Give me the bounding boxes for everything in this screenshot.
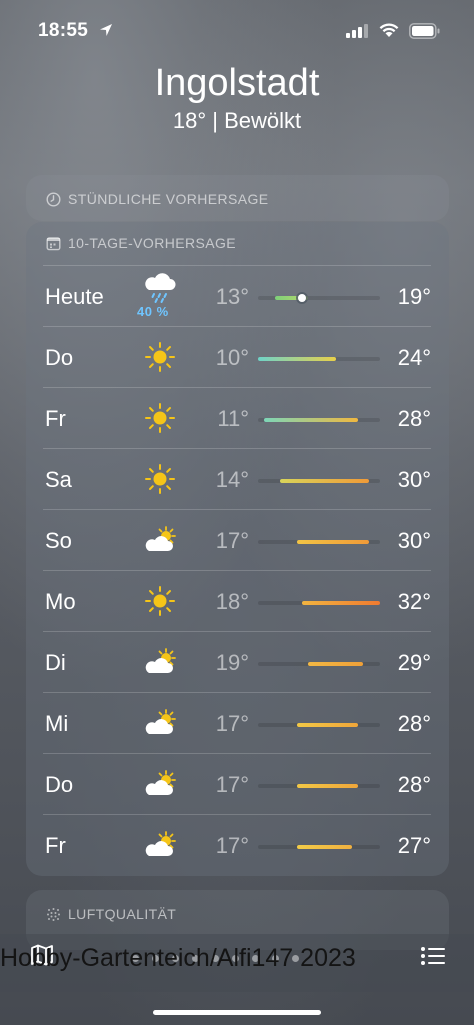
temperature-range-bar xyxy=(280,479,369,483)
low-temperature: 17° xyxy=(215,772,249,797)
city-name: Ingolstadt xyxy=(154,62,320,104)
battery-icon xyxy=(409,23,440,39)
forecast-row[interactable]: Fr 11° 28° xyxy=(43,387,431,449)
high-temperature: 19° xyxy=(397,284,431,309)
forecast-row[interactable]: Do 17° 28° xyxy=(43,753,431,815)
low-temperature: 14° xyxy=(215,467,249,492)
high-temperature: 28° xyxy=(397,772,431,797)
calendar-icon xyxy=(46,236,61,250)
rain-cloud-icon xyxy=(141,270,179,306)
forecast-row[interactable]: Mo 18° 32° xyxy=(43,570,431,632)
air-quality-header: LUFTQUALITÄT xyxy=(46,906,176,922)
temperature-range-track xyxy=(258,357,380,361)
location-arrow-icon xyxy=(100,24,112,36)
low-temperature: 17° xyxy=(215,833,249,858)
high-temperature: 28° xyxy=(397,406,431,431)
home-indicator[interactable] xyxy=(153,1010,321,1015)
temperature-range-track xyxy=(258,540,380,544)
wifi-icon xyxy=(379,23,399,37)
temperature-range-track xyxy=(258,845,380,849)
forecast-row[interactable]: Heute 40 % 13° 19° xyxy=(43,265,431,327)
air-dots-icon xyxy=(47,907,60,921)
low-temperature: 19° xyxy=(215,650,249,675)
sun-icon xyxy=(141,400,179,436)
high-temperature: 27° xyxy=(397,833,431,858)
partly-cloudy-icon xyxy=(141,644,179,680)
temperature-range-track xyxy=(258,479,380,483)
ten-day-forecast-label: 10-TAGE-VORHERSAGE xyxy=(68,235,236,251)
temperature-range-bar xyxy=(263,418,358,422)
high-temperature: 30° xyxy=(397,467,431,492)
forecast-day-label: Fr xyxy=(45,833,66,858)
forecast-row[interactable]: Do 10° 24° xyxy=(43,326,431,388)
partly-cloudy-icon xyxy=(141,705,179,741)
precipitation-chance: 40 % xyxy=(137,304,169,319)
high-temperature: 28° xyxy=(397,711,431,736)
sun-icon xyxy=(141,461,179,497)
current-temperature-dot xyxy=(298,294,307,302)
temperature-range-bar xyxy=(296,845,353,849)
temperature-range-bar xyxy=(307,662,364,666)
air-quality-label: LUFTQUALITÄT xyxy=(68,906,177,922)
cellular-signal-icon xyxy=(346,24,368,38)
status-bar: 18:55 xyxy=(0,0,474,62)
forecast-row[interactable]: Sa 14° 30° xyxy=(43,448,431,510)
forecast-day-label: Do xyxy=(45,345,74,370)
forecast-day-label: Do xyxy=(45,772,74,797)
low-temperature: 17° xyxy=(215,711,249,736)
low-temperature: 17° xyxy=(215,528,249,553)
current-conditions: 18° | Bewölkt xyxy=(172,108,302,133)
hourly-forecast-card[interactable]: STÜNDLICHE VORHERSAGE xyxy=(26,175,449,221)
partly-cloudy-icon xyxy=(141,827,179,863)
low-temperature: 10° xyxy=(215,345,249,370)
clock-icon xyxy=(46,191,61,207)
ten-day-forecast-card[interactable]: 10-TAGE-VORHERSAGE Heute 40 % 13° 19° Do 10° 2… xyxy=(26,222,449,876)
hourly-forecast-header: STÜNDLICHE VORHERSAGE xyxy=(46,191,269,207)
temperature-range-track xyxy=(258,601,380,605)
forecast-day-label: Fr xyxy=(45,406,66,431)
hourly-forecast-label: STÜNDLICHE VORHERSAGE xyxy=(68,191,269,207)
low-temperature: 11° xyxy=(217,406,249,431)
forecast-day-label: Sa xyxy=(45,467,72,492)
high-temperature: 30° xyxy=(397,528,431,553)
forecast-day-label: Heute xyxy=(45,284,104,309)
low-temperature: 13° xyxy=(215,284,249,309)
low-temperature: 18° xyxy=(215,589,249,614)
high-temperature: 29° xyxy=(397,650,431,675)
temperature-range-track xyxy=(258,418,380,422)
partly-cloudy-icon xyxy=(141,522,179,558)
status-time: 18:55 xyxy=(38,20,89,41)
forecast-row[interactable]: Di 19° 29° xyxy=(43,631,431,693)
forecast-day-label: So xyxy=(45,528,72,553)
forecast-day-label: Di xyxy=(45,650,66,675)
temperature-range-bar xyxy=(296,784,358,788)
sun-icon xyxy=(141,583,179,619)
forecast-row[interactable]: Fr 17° 27° xyxy=(43,814,431,876)
forecast-day-label: Mi xyxy=(45,711,69,736)
temperature-range-track xyxy=(258,723,380,727)
ten-day-forecast-header: 10-TAGE-VORHERSAGE xyxy=(46,235,236,251)
high-temperature: 24° xyxy=(397,345,431,370)
temperature-range-bar xyxy=(296,723,358,727)
temperature-range-bar xyxy=(296,540,369,544)
forecast-day-label: Mo xyxy=(45,589,76,614)
temperature-range-track xyxy=(258,294,380,302)
partly-cloudy-icon xyxy=(141,766,179,802)
sun-icon xyxy=(141,339,179,375)
temperature-range-track xyxy=(258,784,380,788)
temperature-range-track xyxy=(258,662,380,666)
temperature-range-bar xyxy=(302,601,380,605)
forecast-row[interactable]: So 17° 30° xyxy=(43,509,431,571)
forecast-row[interactable]: Mi 17° 28° xyxy=(43,692,431,754)
temperature-range-bar xyxy=(258,357,336,361)
high-temperature: 32° xyxy=(397,589,431,614)
watermark-text: Hobby-Gartenteich/Alfi147 2023 xyxy=(0,944,356,972)
